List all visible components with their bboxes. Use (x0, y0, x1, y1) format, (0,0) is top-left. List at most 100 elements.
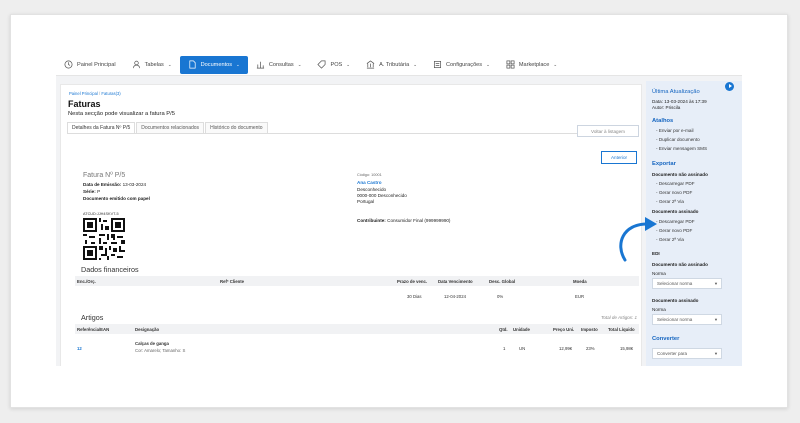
chevron-down-icon: ▼ (714, 317, 718, 322)
nav-configuracoes[interactable]: Configurações ⌄ (425, 56, 498, 74)
cell-name: Calças de ganga (135, 341, 169, 346)
nav-consultas[interactable]: Consultas ⌄ (248, 56, 310, 74)
document-icon (189, 60, 196, 69)
last-update-author: Autor: Priscila (652, 105, 681, 110)
send-email-link[interactable]: - Enviar por e-mail (656, 128, 694, 133)
nav-label: A. Tributária (379, 61, 410, 68)
tab-historico[interactable]: Histórico do documento (205, 122, 268, 133)
previous-button[interactable]: Anterior (601, 151, 637, 164)
export-title: Exportar (652, 161, 676, 167)
chevron-down-icon: ⌄ (486, 61, 490, 67)
nav-painel-principal[interactable]: Painel Principal (56, 56, 124, 74)
duplicate-link[interactable]: - Duplicar documento (656, 137, 700, 142)
financial-heading: Dados financeiros (81, 265, 139, 274)
document-title: Fatura Nº P/5 (83, 172, 126, 179)
col-data-venc: Data Vencimento (438, 279, 473, 284)
chevron-down-icon: ⌄ (297, 61, 302, 67)
col-prazo: Prazo de venc. (397, 279, 428, 284)
client-name[interactable]: Ana Castro (357, 180, 382, 185)
table-row: 12 Calças de ganga Cor: Amarelo; Tamanho… (75, 340, 639, 360)
nav-label: Tabelas (144, 61, 164, 68)
table-row: 30 Dias 12-04-2024 0% EUR (75, 291, 639, 301)
chevron-down-icon: ⌄ (167, 61, 172, 67)
norma-select-unsigned[interactable]: Selecionar norma ▼ (652, 278, 722, 289)
cell-price: 12,99€ (559, 346, 573, 351)
col-designacao: Designação (135, 327, 160, 332)
col-ref-cliente: Refª Cliente (220, 279, 245, 284)
col-total: Total Líquido (608, 327, 635, 332)
tab-documentos-relacionados[interactable]: Documentos relacionados (136, 122, 205, 133)
col-moeda: Moeda (573, 279, 587, 284)
cell-attrs: Cor: Amarelo; Tamanho: S (135, 348, 186, 353)
chevron-down-icon: ⌄ (236, 61, 240, 67)
col-qtd: Qtd. (499, 327, 508, 332)
last-update-date: Data: 13-03-2024 às 17:39 (652, 99, 707, 104)
emission-date: Data de Emissão: 13-03-2024 (83, 182, 147, 187)
cell-ref[interactable]: 12 (77, 346, 82, 351)
breadcrumb-current[interactable]: Faturas(3) (101, 91, 120, 96)
cell-moeda: EUR (575, 294, 585, 299)
nav-label: Configurações (446, 61, 483, 68)
unsigned-label: Documento não assinado (652, 172, 708, 177)
edi-signed-label: Documento assinado (652, 298, 699, 303)
col-imposto: Imposto (581, 327, 598, 332)
chevron-down-icon: ⌄ (553, 61, 558, 67)
convert-select[interactable]: Converter para ▼ (652, 348, 722, 359)
serie: Série: P (83, 189, 101, 194)
articles-table-header: Referência/EAN Designação Qtd. Unidade P… (75, 324, 639, 334)
page-subtitle: Nesta secção pode visualizar a fatura P/… (68, 111, 175, 117)
nav-documentos[interactable]: Documentos ⌄ (179, 55, 248, 74)
bank-icon (366, 60, 375, 69)
articles-heading: Artigos (81, 313, 104, 322)
paper-note: Documento emitido com papel (83, 196, 150, 201)
cell-desc: 0% (497, 294, 504, 299)
tag-icon (317, 60, 326, 69)
col-desc-global: Desc. Global (489, 279, 516, 284)
top-nav: Painel Principal Tabelas ⌄ Documentos ⌄ … (56, 54, 742, 76)
chart-icon (256, 61, 264, 69)
nav-marketplace[interactable]: Marketplace ⌄ (498, 56, 565, 74)
unsigned-download-pdf[interactable]: - Descarregar PDF (656, 181, 695, 186)
client-address-1: Desconhecido (357, 187, 387, 192)
breadcrumb: Painel Principal / Faturas(3) (69, 91, 121, 96)
col-preco: Preço Uni. (553, 327, 575, 332)
nav-at[interactable]: A. Tributária ⌄ (358, 56, 425, 74)
user-icon (132, 60, 140, 69)
norma-select-signed[interactable]: Selecionar norma ▼ (652, 314, 722, 325)
signed-second-copy[interactable]: - Gerar 2ª Via (656, 237, 684, 242)
chevron-down-icon: ⌄ (346, 61, 351, 67)
back-to-list-button[interactable]: Voltar à listagem (577, 125, 639, 137)
unsigned-second-copy[interactable]: - Gerar 2ª Via (656, 199, 684, 204)
client-address-2: 0000-000 Desconhecido (357, 193, 407, 198)
right-sidebar: Última Atualização Data: 13-03-2024 às 1… (646, 81, 742, 366)
atcud-code: ATCUD:JJH4SKVT-5 (83, 212, 119, 216)
settings-icon (434, 60, 442, 69)
cell-total: 15,98€ (620, 346, 634, 351)
signed-download-pdf[interactable]: - Descarregar PDF (656, 219, 695, 224)
chevron-down-icon: ⌄ (413, 61, 418, 67)
cell-data-venc: 12-04-2024 (444, 294, 466, 299)
norma-label: Norma (652, 271, 666, 276)
page-title: Faturas (68, 99, 101, 109)
nav-pos[interactable]: POS ⌄ (309, 56, 358, 74)
clock-icon (64, 60, 73, 69)
play-icon[interactable] (725, 82, 734, 91)
cell-tax: 23% (586, 346, 595, 351)
nav-label: Documentos (200, 61, 233, 68)
app-window: Painel Principal Tabelas ⌄ Documentos ⌄ … (56, 54, 742, 366)
main-panel: Painel Principal / Faturas(3) Faturas Ne… (60, 84, 642, 366)
grid-icon (506, 60, 515, 69)
client-country: Portugal (357, 199, 375, 204)
breadcrumb-home[interactable]: Painel Principal (69, 91, 98, 96)
sms-link[interactable]: - Enviar mensagem SMS (656, 146, 707, 151)
edi-unsigned-label: Documento não assinado (652, 262, 708, 267)
nav-label: Marketplace (518, 61, 550, 68)
tab-detalhes[interactable]: Detalhes da Fatura Nº P/5 (67, 122, 136, 133)
nav-tabelas[interactable]: Tabelas ⌄ (124, 56, 180, 74)
unsigned-new-pdf[interactable]: - Gerar novo PDF (656, 190, 692, 195)
qr-code-icon (83, 218, 125, 260)
signed-new-pdf[interactable]: - Gerar novo PDF (656, 228, 692, 233)
norma-label-2: Norma (652, 307, 666, 312)
curved-arrow-icon (619, 217, 657, 262)
chevron-down-icon: ▼ (714, 281, 718, 286)
